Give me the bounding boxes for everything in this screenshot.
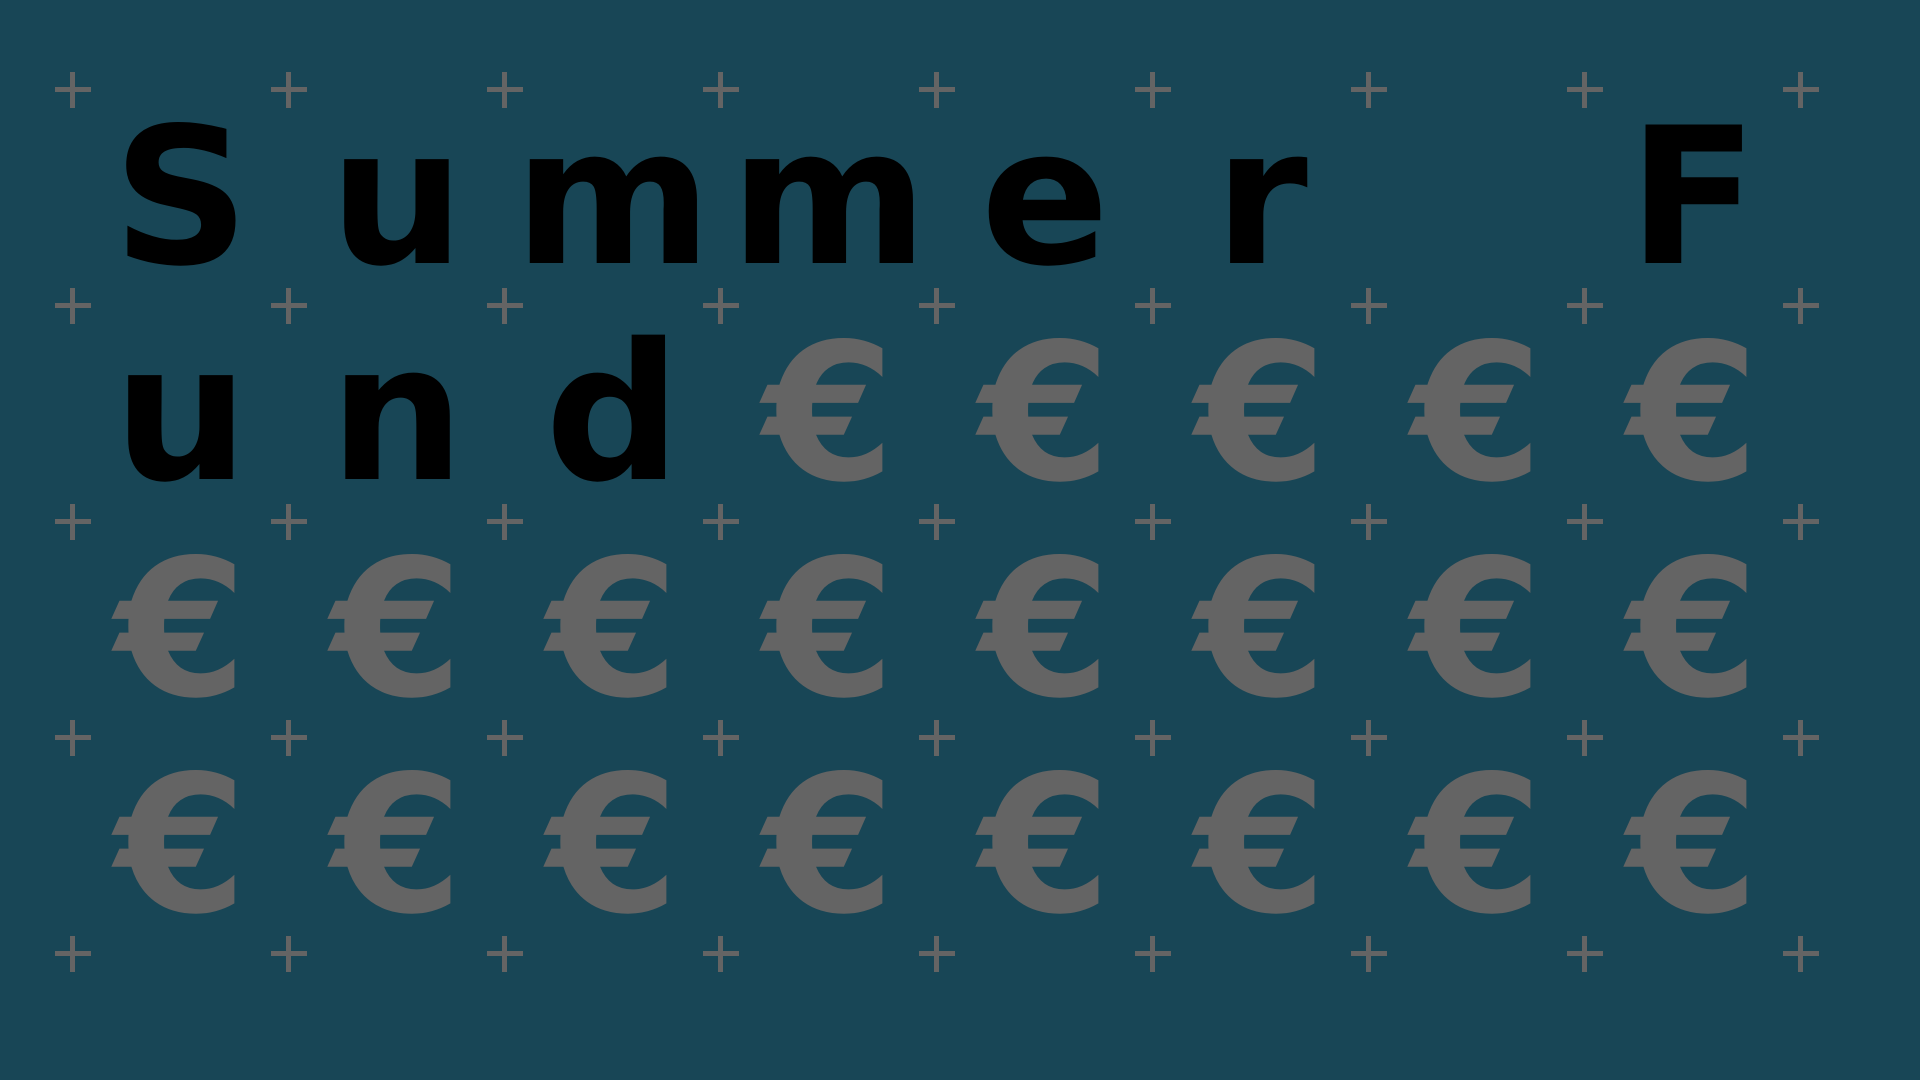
euro-sign-icon: € [1369, 522, 1585, 738]
euro-sign-icon: € [1369, 306, 1585, 522]
euro-sign-icon: € [937, 738, 1153, 954]
title-letter-cell: n [289, 306, 505, 522]
euro-sign-icon: € [1153, 522, 1369, 738]
euro-sign-icon: € [1369, 738, 1585, 954]
title-letter-cell: d [505, 306, 721, 522]
euro-sign-icon: € [1585, 738, 1801, 954]
title-letter: u [329, 87, 465, 308]
euro-glyph: € [1626, 735, 1760, 956]
euro-sign-icon: € [289, 738, 505, 954]
euro-sign-icon: € [505, 522, 721, 738]
euro-glyph: € [1194, 519, 1328, 740]
title-letter: S [112, 87, 250, 308]
title-letter: d [544, 303, 681, 524]
euro-glyph: € [1194, 303, 1328, 524]
euro-sign-icon: € [1585, 306, 1801, 522]
euro-glyph: € [114, 735, 248, 956]
title-letter-cell [1369, 90, 1585, 306]
euro-sign-icon: € [721, 522, 937, 738]
title-letter: e [980, 87, 1110, 308]
euro-sign-icon: € [73, 738, 289, 954]
title-letter-cell: m [505, 90, 721, 306]
title-letter: n [329, 303, 465, 524]
euro-glyph: € [546, 519, 680, 740]
euro-sign-icon: € [73, 522, 289, 738]
title-letter: m [730, 87, 928, 308]
euro-sign-icon: € [937, 522, 1153, 738]
euro-glyph: € [978, 519, 1112, 740]
euro-glyph: € [762, 735, 896, 956]
euro-sign-icon: € [1153, 738, 1369, 954]
euro-sign-icon: € [289, 522, 505, 738]
euro-glyph: € [762, 519, 896, 740]
euro-glyph: € [1410, 519, 1544, 740]
euro-sign-icon: € [1585, 522, 1801, 738]
poster-canvas: Su m m e r Fu n d € € € € € € € € € € € € € € € € € € € € € [0, 0, 1920, 1080]
title-letter: u [113, 303, 249, 524]
euro-glyph: € [978, 735, 1112, 956]
title-letter-cell: u [289, 90, 505, 306]
title-letter: r [1214, 87, 1308, 308]
euro-sign-icon: € [1153, 306, 1369, 522]
euro-sign-icon: € [505, 738, 721, 954]
title-letter-cell: m [721, 90, 937, 306]
euro-glyph: € [1194, 735, 1328, 956]
title-letter: m [514, 87, 712, 308]
euro-sign-icon: € [721, 306, 937, 522]
euro-glyph: € [762, 303, 896, 524]
euro-glyph: € [1626, 303, 1760, 524]
euro-glyph: € [978, 303, 1112, 524]
euro-glyph: € [1626, 519, 1760, 740]
euro-glyph: € [546, 735, 680, 956]
euro-glyph: € [330, 519, 464, 740]
title-letter-cell: S [73, 90, 289, 306]
title-letter-cell: r [1153, 90, 1369, 306]
title-letter-cell: e [937, 90, 1153, 306]
euro-glyph: € [1410, 303, 1544, 524]
title-letter: F [1628, 87, 1758, 308]
title-letter-cell: F [1585, 90, 1801, 306]
euro-glyph: € [1410, 735, 1544, 956]
euro-glyph: € [114, 519, 248, 740]
euro-sign-icon: € [937, 306, 1153, 522]
euro-sign-icon: € [721, 738, 937, 954]
title-letter-cell: u [73, 306, 289, 522]
euro-glyph: € [330, 735, 464, 956]
